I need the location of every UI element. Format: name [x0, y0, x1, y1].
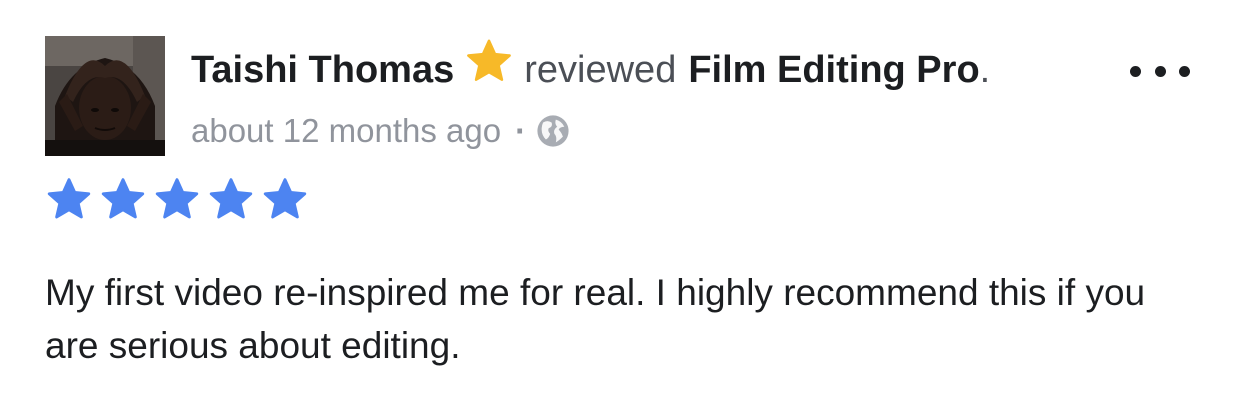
- rating-star-icon: [45, 176, 93, 224]
- review-meta: about 12 months ago ·: [191, 108, 570, 154]
- globe-icon[interactable]: [536, 114, 570, 148]
- meta-separator: ·: [515, 112, 527, 149]
- rating-star-icon: [261, 176, 309, 224]
- page-name-link[interactable]: Film Editing Pro: [688, 44, 979, 96]
- author-name[interactable]: Taishi Thomas: [191, 44, 454, 96]
- review-body-text: My first video re-inspired me for real. …: [45, 272, 1146, 366]
- header-period: .: [979, 49, 991, 91]
- star-rating: [45, 177, 315, 223]
- timestamp[interactable]: about 12 months ago: [191, 112, 501, 150]
- rating-star-icon: [99, 176, 147, 224]
- more-options-button[interactable]: [1130, 58, 1190, 84]
- review-header: Taishi Thomas reviewed Film Editing Pro.: [191, 39, 991, 96]
- avatar-photo: [45, 36, 165, 156]
- action-text: reviewed: [524, 49, 677, 91]
- rating-star-icon: [153, 176, 201, 224]
- rating-star-icon: [207, 176, 255, 224]
- review-card: Taishi Thomas reviewed Film Editing Pro.…: [0, 0, 1242, 414]
- ellipsis-icon: [1179, 65, 1190, 77]
- ellipsis-icon: [1154, 65, 1166, 77]
- avatar[interactable]: [45, 36, 165, 156]
- ellipsis-icon: [1130, 65, 1141, 77]
- star-icon: [464, 37, 514, 87]
